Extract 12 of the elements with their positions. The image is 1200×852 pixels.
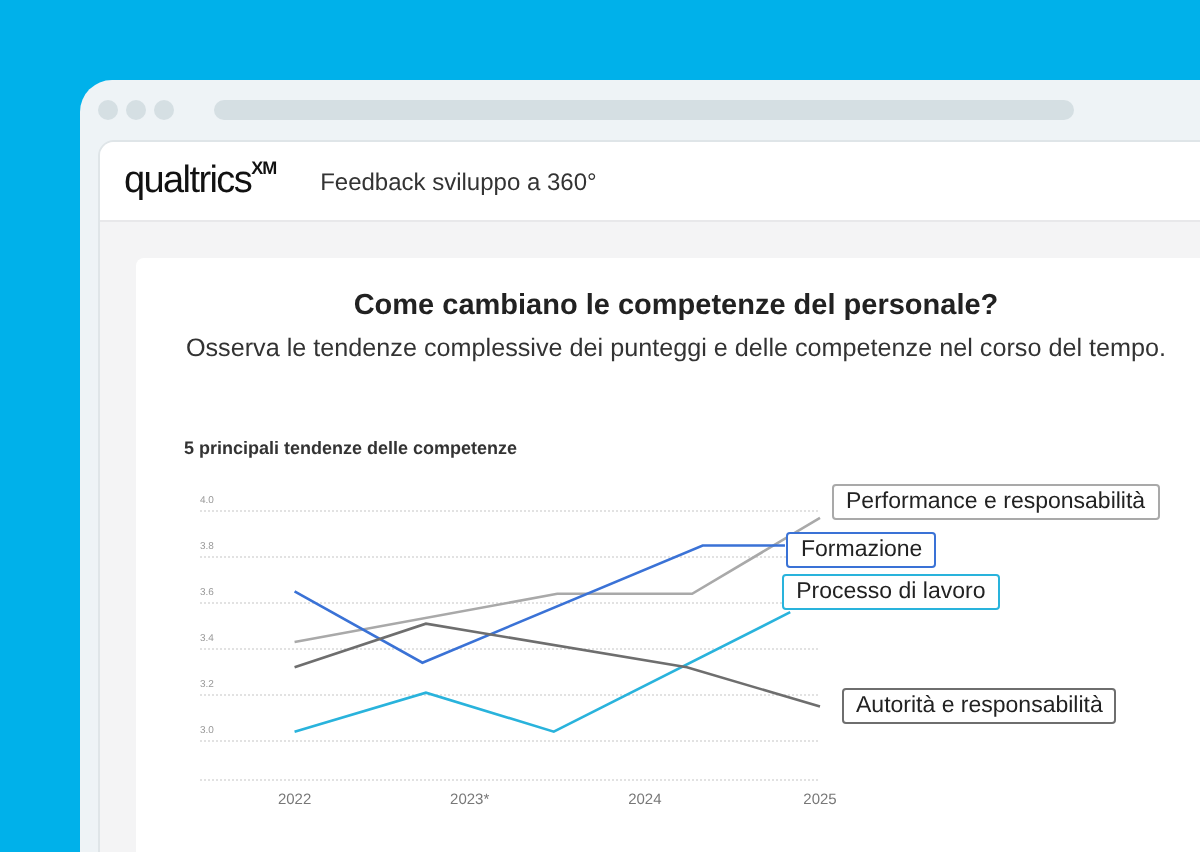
series-label: Autorità e responsabilità <box>842 688 1117 725</box>
window-dot <box>98 100 118 120</box>
chart-title: 5 principali tendenze delle competenze <box>184 438 520 458</box>
series-label: Performance e responsabilità <box>832 483 1160 520</box>
page-title: Feedback sviluppo a 360° <box>320 167 597 195</box>
card-title: Come cambiano le competenze del personale? <box>351 290 1001 322</box>
logo: qualtrics$^{XM}$ <box>124 158 277 204</box>
window-dot <box>154 100 174 120</box>
series-label: Processo di lavoro <box>782 574 1000 611</box>
window-dot <box>126 100 146 120</box>
series-label: Formazione <box>786 531 937 568</box>
card-subtitle: Osserva le tendenze complessive dei punteggi e delle competenze nel corso del tempo. <box>183 334 1169 362</box>
